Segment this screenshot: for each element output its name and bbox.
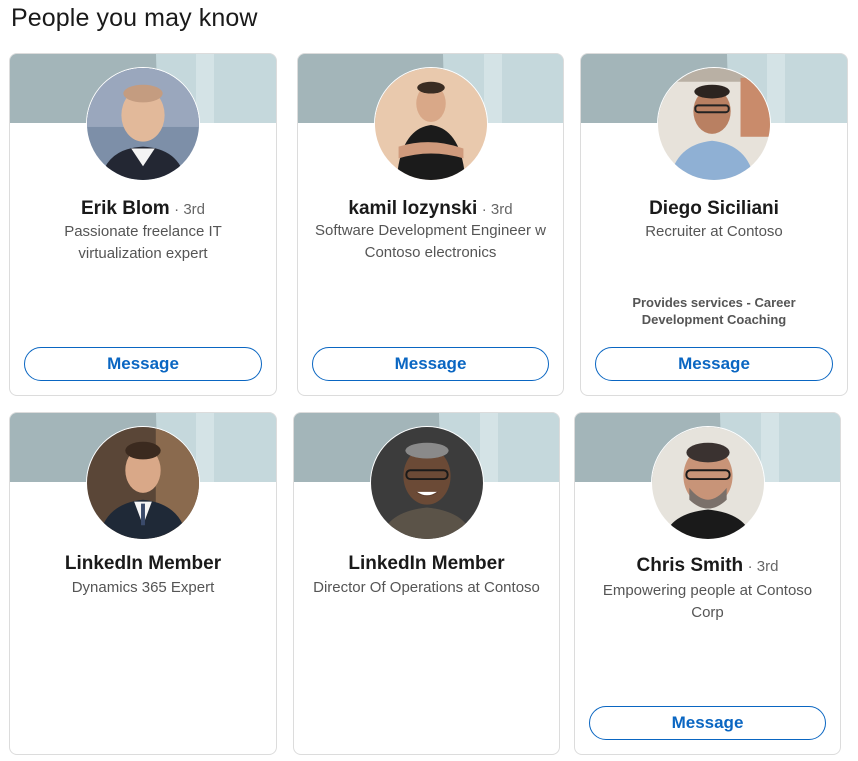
person-name[interactable]: LinkedIn Member (348, 553, 504, 574)
person-name[interactable]: Chris Smith (637, 555, 744, 576)
profile-photo[interactable] (650, 426, 765, 540)
person-card[interactable]: LinkedIn Member Director Of Operations a… (293, 412, 560, 755)
message-button[interactable]: Message (589, 706, 826, 740)
profile-photo[interactable] (657, 67, 771, 181)
profile-photo[interactable] (86, 67, 200, 181)
person-name[interactable]: kamil lozynski (348, 198, 477, 219)
person-name[interactable]: LinkedIn Member (65, 553, 221, 574)
connection-degree: · 3rd (747, 558, 779, 575)
section-title: People you may know (11, 4, 258, 32)
person-card[interactable]: Erik Blom · 3rd Passionate freelance IT … (9, 53, 277, 396)
person-card[interactable]: Chris Smith · 3rd Empowering people at C… (574, 412, 841, 755)
person-headline: Recruiter at Contoso (645, 223, 783, 240)
person-headline: Software Development Engineer w Contoso … (315, 222, 546, 261)
person-headline: Empowering people at Contoso Corp (602, 582, 813, 621)
services-text: Provides services - Career Development C… (632, 295, 796, 327)
profile-photo[interactable] (373, 67, 488, 181)
person-name[interactable]: Diego Siciliani (649, 198, 779, 219)
connection-degree: · 3rd (481, 201, 513, 218)
message-button[interactable]: Message (595, 347, 833, 381)
person-name[interactable]: Erik Blom (81, 198, 170, 219)
person-card[interactable]: Diego Siciliani Recruiter at Contoso Pro… (580, 53, 848, 396)
person-headline: Passionate freelance IT virtualization e… (64, 223, 222, 262)
person-headline: Dynamics 365 Expert (71, 579, 215, 596)
profile-photo[interactable] (369, 426, 484, 540)
person-headline: Director Of Operations at Contoso (313, 579, 540, 596)
profile-photo[interactable] (86, 426, 200, 540)
connection-degree: · 3rd (174, 201, 205, 218)
person-card[interactable]: kamil lozynski · 3rd Software Developmen… (297, 53, 564, 396)
message-button[interactable]: Message (24, 347, 262, 381)
message-button[interactable]: Message (312, 347, 549, 381)
person-card[interactable]: LinkedIn Member Dynamics 365 Expert (9, 412, 277, 755)
